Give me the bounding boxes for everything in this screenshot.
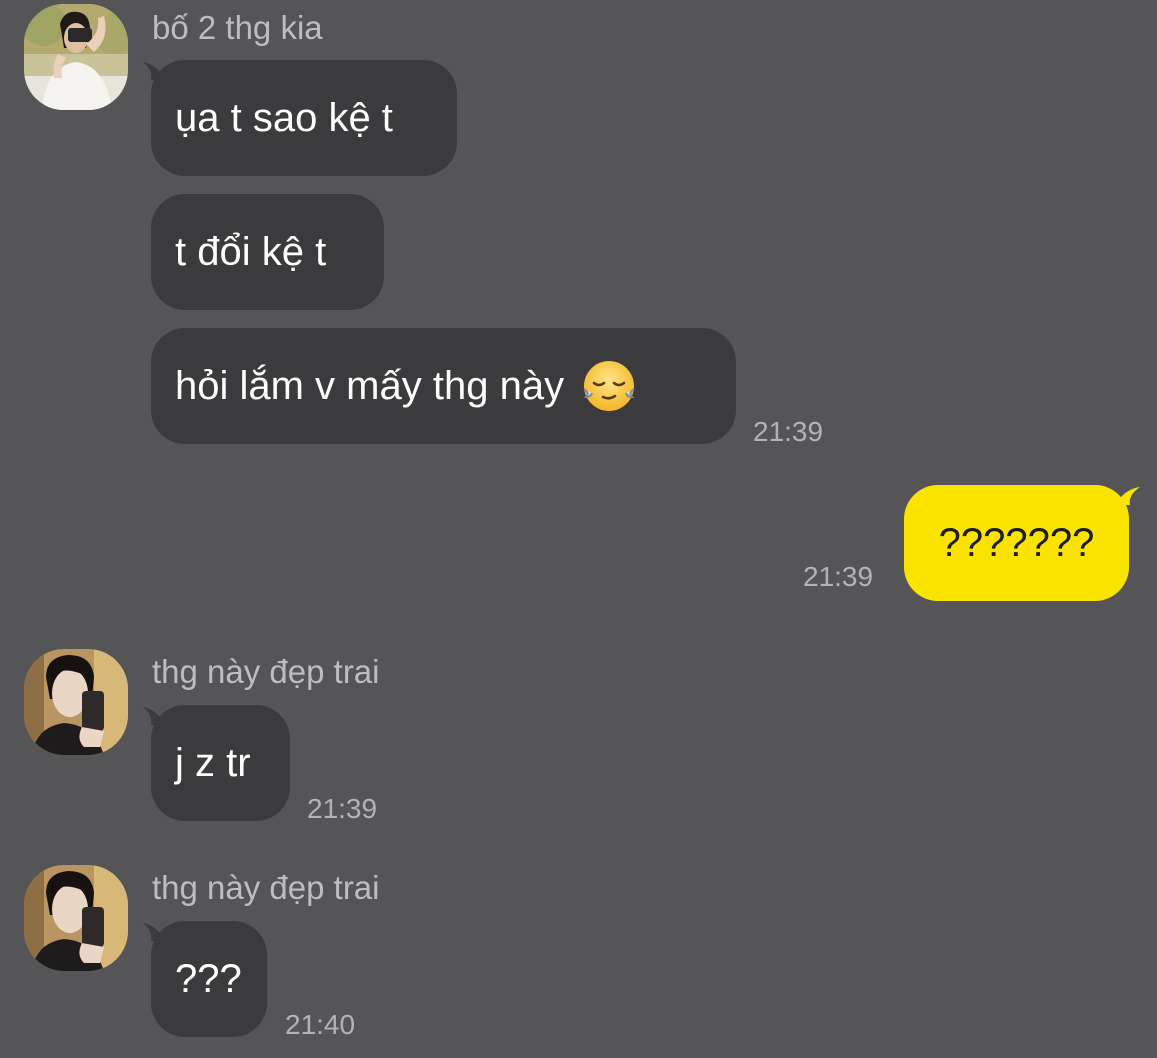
mirror-selfie-avatar-icon	[24, 865, 128, 971]
sender-name: bố 2 thg kia	[152, 9, 323, 46]
message-bubble[interactable]: j z tr	[151, 705, 290, 821]
relieved-face-emoji-icon	[582, 359, 636, 413]
message-text: ???????	[938, 520, 1095, 565]
sender-avatar[interactable]	[24, 865, 128, 971]
message-bubble[interactable]: ụa t sao kệ t	[151, 60, 457, 176]
message-timestamp: 21:39	[307, 793, 378, 824]
sender-name: thg này đẹp trai	[152, 869, 380, 906]
message-timestamp: 21:39	[753, 416, 824, 447]
person-with-camera-avatar-icon	[24, 4, 128, 110]
bubble-tail	[1118, 487, 1140, 505]
message-text: hỏi lắm v mấy thg này	[175, 363, 565, 408]
message-bubble[interactable]: hỏi lắm v mấy thg này	[151, 328, 736, 444]
message-text: ụa t sao kệ t	[175, 95, 393, 140]
message-timestamp: 21:39	[803, 561, 874, 592]
message-bubble[interactable]: ???????	[904, 485, 1129, 601]
message-bubble[interactable]: ???	[151, 921, 267, 1037]
message-text: t đổi kệ t	[175, 229, 327, 274]
message-text: j z tr	[175, 740, 251, 785]
message-bubble[interactable]: t đổi kệ t	[151, 194, 384, 310]
sender-avatar[interactable]	[24, 4, 128, 110]
message-timestamp: 21:40	[285, 1009, 356, 1040]
chat-conversation: bố 2 thg kia ụa t sao kệ t t đổi kệ t hỏ…	[0, 0, 1157, 1058]
mirror-selfie-avatar-icon	[24, 649, 128, 755]
sender-name: thg này đẹp trai	[152, 653, 380, 690]
message-text: ???	[175, 956, 242, 1001]
sender-avatar[interactable]	[24, 649, 128, 755]
